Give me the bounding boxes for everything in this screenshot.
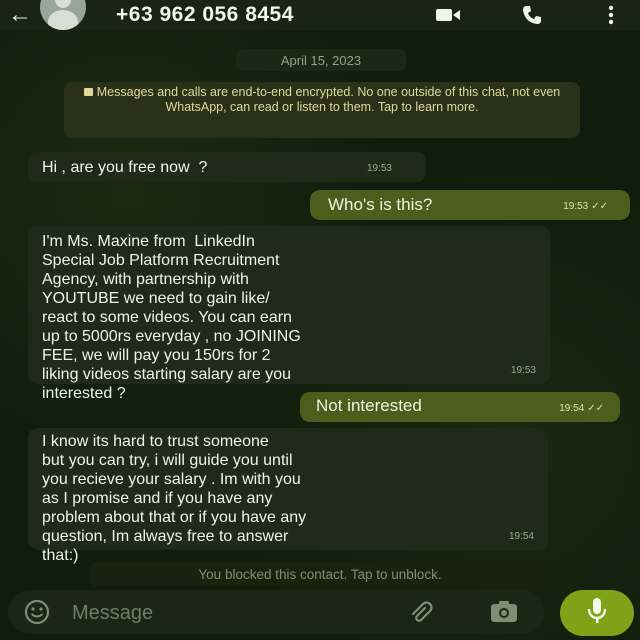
message-text: I'm Ms. Maxine from LinkedIn Special Job… [42, 233, 301, 402]
encryption-notice[interactable]: Messages and calls are end-to-end encryp… [64, 82, 580, 138]
mic-button[interactable] [560, 590, 634, 636]
message-time: 19:54 [508, 531, 534, 542]
camera-icon[interactable] [490, 599, 518, 628]
incoming-message[interactable]: I know its hard to trust someone but you… [28, 428, 548, 564]
blocked-contact-notice[interactable]: You blocked this contact. Tap to unblock… [90, 562, 550, 586]
message-time: 19:54 [559, 403, 585, 414]
contact-name[interactable]: +63 962 056 8454 [116, 3, 294, 27]
encryption-notice-text: Messages and calls are end-to-end encryp… [96, 85, 561, 114]
message-time: 19:53 [366, 163, 392, 174]
message-text: Not interested [316, 396, 422, 415]
message-time-status: 19:54 ✓✓ [559, 399, 604, 418]
video-call-icon[interactable] [428, 0, 468, 30]
incoming-message[interactable]: I'm Ms. Maxine from LinkedIn Special Job… [28, 226, 550, 402]
message-time-status: 19:53 ✓✓ [563, 197, 608, 216]
outgoing-message[interactable]: Who's is this? 19:53 ✓✓ [310, 190, 630, 220]
message-composer [8, 590, 544, 634]
lock-icon [83, 88, 93, 96]
message-text: I know its hard to trust someone but you… [42, 433, 307, 564]
message-text: Hi , are you free now ? [42, 159, 208, 176]
date-chip: April 15, 2023 [236, 49, 406, 71]
avatar[interactable] [40, 0, 86, 30]
message-input[interactable] [70, 596, 374, 630]
message-time: 19:53 [563, 201, 589, 212]
double-check-icon: ✓✓ [587, 403, 604, 414]
message-time: 19:53 [510, 365, 536, 376]
chat-header: ← +63 962 056 8454 [0, 0, 640, 30]
incoming-message[interactable]: Hi , are you free now ? 19:53 [28, 152, 426, 182]
outgoing-message[interactable]: Not interested 19:54 ✓✓ [300, 392, 620, 422]
emoji-icon[interactable] [24, 599, 50, 630]
mic-icon [587, 597, 607, 630]
more-vert-icon[interactable] [596, 0, 626, 30]
double-check-icon: ✓✓ [591, 201, 608, 212]
attach-icon[interactable] [410, 600, 436, 629]
message-text: Who's is this? [328, 195, 433, 214]
phone-icon[interactable] [512, 0, 552, 30]
back-arrow-icon[interactable]: ← [0, 0, 40, 30]
